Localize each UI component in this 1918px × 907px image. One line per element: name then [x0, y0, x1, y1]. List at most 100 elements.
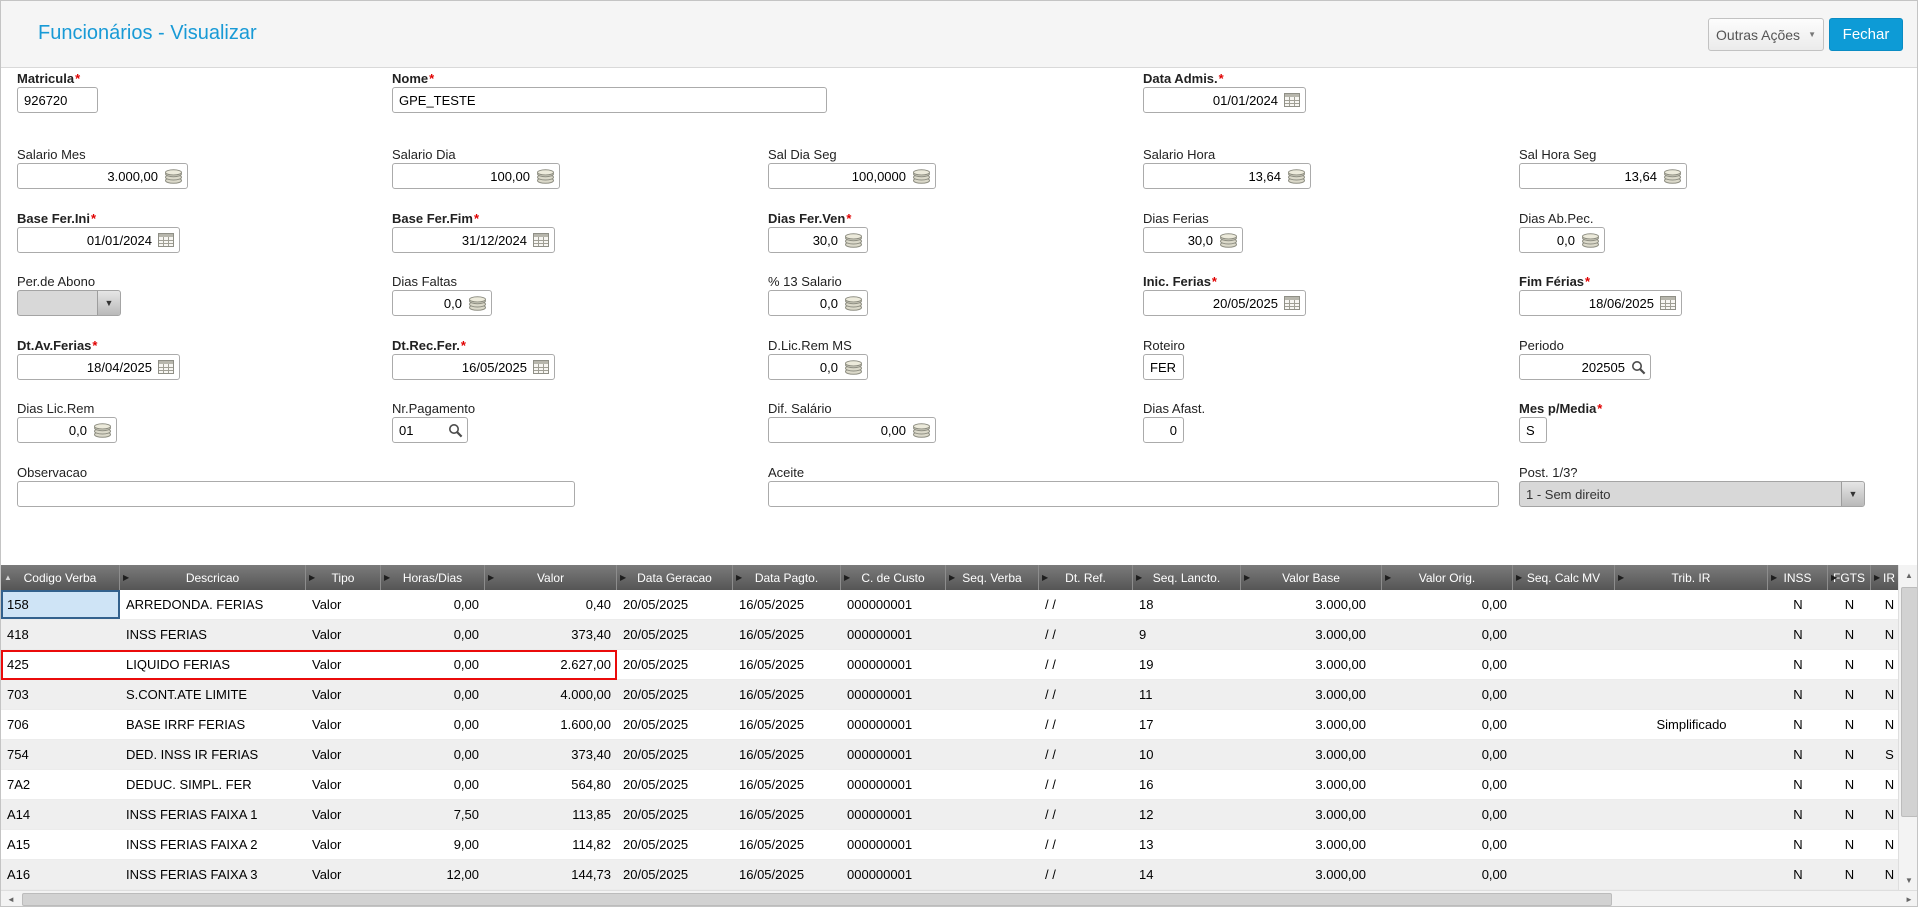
grid-cell[interactable]: S.CONT.ATE LIMITE: [120, 680, 306, 709]
grid-cell[interactable]: 000000001: [841, 800, 946, 829]
grid-cell[interactable]: Valor: [306, 590, 381, 619]
money-icon[interactable]: [93, 422, 116, 438]
column-header-tipo[interactable]: ▶ Tipo: [306, 565, 381, 590]
grid-cell[interactable]: 000000001: [841, 590, 946, 619]
grid-cell[interactable]: [1513, 620, 1615, 649]
grid-cell[interactable]: 1.600,00: [485, 710, 617, 739]
input-nome[interactable]: GPE_TESTE: [392, 87, 827, 113]
input-base-fer-ini[interactable]: 01/01/2024: [17, 227, 180, 253]
grid-cell[interactable]: 16/05/2025: [733, 650, 841, 679]
grid-cell[interactable]: 144,73: [485, 860, 617, 889]
grid-cell[interactable]: [1615, 650, 1768, 679]
grid-cell[interactable]: [1615, 680, 1768, 709]
calendar-icon[interactable]: [158, 359, 179, 375]
input-fim-ferias[interactable]: 18/06/2025: [1519, 290, 1682, 316]
grid-cell[interactable]: Valor: [306, 620, 381, 649]
input-post-13[interactable]: 1 - Sem direito ▼: [1519, 481, 1865, 507]
grid-cell[interactable]: DEDUC. SIMPL. FER: [120, 770, 306, 799]
grid-cell[interactable]: 19: [1133, 650, 1241, 679]
column-header-valor-orig[interactable]: ▶ Valor Orig.: [1382, 565, 1513, 590]
grid-cell[interactable]: N: [1768, 680, 1828, 709]
grid-cell[interactable]: 706: [1, 710, 120, 739]
money-icon[interactable]: [912, 422, 935, 438]
grid-cell[interactable]: 0,00: [1382, 770, 1513, 799]
column-header-seq-lancto[interactable]: ▶ Seq. Lancto.: [1133, 565, 1241, 590]
grid-cell[interactable]: / /: [1039, 770, 1133, 799]
grid-cell[interactable]: 3.000,00: [1241, 620, 1382, 649]
grid-horizontal-scrollbar[interactable]: ◄ ►: [1, 890, 1917, 906]
grid-cell[interactable]: [1615, 620, 1768, 649]
grid-cell[interactable]: N: [1828, 680, 1871, 709]
grid-cell[interactable]: DED. INSS IR FERIAS: [120, 740, 306, 769]
magnifier-icon[interactable]: [448, 423, 467, 438]
grid-cell[interactable]: N: [1768, 650, 1828, 679]
dropdown-button[interactable]: ▼: [97, 291, 120, 315]
column-header-valor[interactable]: ▶ Valor: [485, 565, 617, 590]
grid-cell[interactable]: [946, 800, 1039, 829]
grid-cell[interactable]: 2.627,00: [485, 650, 617, 679]
grid-cell[interactable]: [1513, 590, 1615, 619]
grid-cell[interactable]: 000000001: [841, 710, 946, 739]
grid-cell[interactable]: 20/05/2025: [617, 830, 733, 859]
grid-cell[interactable]: Valor: [306, 710, 381, 739]
grid-row-425[interactable]: 425 LIQUIDO FERIAS Valor 0,00 2.627,00 20/05/…: [1, 650, 1898, 680]
grid-cell[interactable]: 3.000,00: [1241, 740, 1382, 769]
grid-cell[interactable]: 3.000,00: [1241, 680, 1382, 709]
grid-cell[interactable]: / /: [1039, 860, 1133, 889]
grid-cell[interactable]: N: [1871, 800, 1898, 829]
money-icon[interactable]: [468, 295, 491, 311]
calendar-icon[interactable]: [533, 232, 554, 248]
grid-cell[interactable]: 0,00: [1382, 680, 1513, 709]
grid-cell[interactable]: 564,80: [485, 770, 617, 799]
grid-cell[interactable]: N: [1828, 650, 1871, 679]
grid-cell[interactable]: [1615, 590, 1768, 619]
grid-cell[interactable]: N: [1828, 590, 1871, 619]
grid-cell[interactable]: / /: [1039, 680, 1133, 709]
grid-cell[interactable]: 0,00: [1382, 800, 1513, 829]
grid-cell[interactable]: 114,82: [485, 830, 617, 859]
grid-cell[interactable]: 12,00: [381, 860, 485, 889]
input-pct-13-salario[interactable]: 0,0: [768, 290, 868, 316]
column-header-fgts[interactable]: ▶ FGTS: [1828, 565, 1871, 590]
grid-cell[interactable]: / /: [1039, 650, 1133, 679]
grid-cell[interactable]: 14: [1133, 860, 1241, 889]
grid-cell[interactable]: N: [1871, 860, 1898, 889]
grid-cell[interactable]: Valor: [306, 650, 381, 679]
grid-cell[interactable]: 7,50: [381, 800, 485, 829]
input-dt-rec-fer[interactable]: 16/05/2025: [392, 354, 555, 380]
grid-cell[interactable]: 0,00: [381, 680, 485, 709]
money-icon[interactable]: [536, 168, 559, 184]
grid-cell[interactable]: 0,00: [381, 740, 485, 769]
input-nr-pagamento[interactable]: 01: [392, 417, 468, 443]
grid-cell[interactable]: N: [1768, 770, 1828, 799]
input-mes-p-media[interactable]: S: [1519, 417, 1547, 443]
grid-row-158[interactable]: 158 ARREDONDA. FERIAS Valor 0,00 0,40 20/05/2…: [1, 590, 1898, 620]
grid-cell[interactable]: Simplificado: [1615, 710, 1768, 739]
grid-cell[interactable]: 3.000,00: [1241, 860, 1382, 889]
money-icon[interactable]: [164, 168, 187, 184]
grid-cell[interactable]: 0,00: [381, 770, 485, 799]
grid-cell[interactable]: 373,40: [485, 740, 617, 769]
input-sal-hora-seg[interactable]: 13,64: [1519, 163, 1687, 189]
grid-row-754[interactable]: 754 DED. INSS IR FERIAS Valor 0,00 373,40 20/…: [1, 740, 1898, 770]
grid-cell[interactable]: 20/05/2025: [617, 590, 733, 619]
grid-cell[interactable]: 0,00: [1382, 710, 1513, 739]
input-dias-ferias[interactable]: 30,0: [1143, 227, 1243, 253]
grid-cell[interactable]: N: [1828, 740, 1871, 769]
grid-cell[interactable]: 425: [1, 650, 120, 679]
money-icon[interactable]: [1663, 168, 1686, 184]
grid-row-703[interactable]: 703 S.CONT.ATE LIMITE Valor 0,00 4.000,00 20/…: [1, 680, 1898, 710]
input-salario-hora[interactable]: 13,64: [1143, 163, 1311, 189]
grid-cell[interactable]: N: [1768, 740, 1828, 769]
grid-cell[interactable]: N: [1768, 800, 1828, 829]
grid-cell[interactable]: 0,00: [1382, 860, 1513, 889]
grid-cell[interactable]: 16: [1133, 770, 1241, 799]
calendar-icon[interactable]: [1284, 92, 1305, 108]
grid-cell[interactable]: [1513, 650, 1615, 679]
column-header-ir[interactable]: ▶ IR: [1871, 565, 1898, 590]
grid-cell[interactable]: 20/05/2025: [617, 650, 733, 679]
column-header-horas-dias[interactable]: ▶ Horas/Dias: [381, 565, 485, 590]
input-periodo[interactable]: 202505: [1519, 354, 1651, 380]
grid-vertical-scrollbar[interactable]: ▲ ▼: [1898, 565, 1917, 890]
grid-cell[interactable]: INSS FERIAS: [120, 620, 306, 649]
